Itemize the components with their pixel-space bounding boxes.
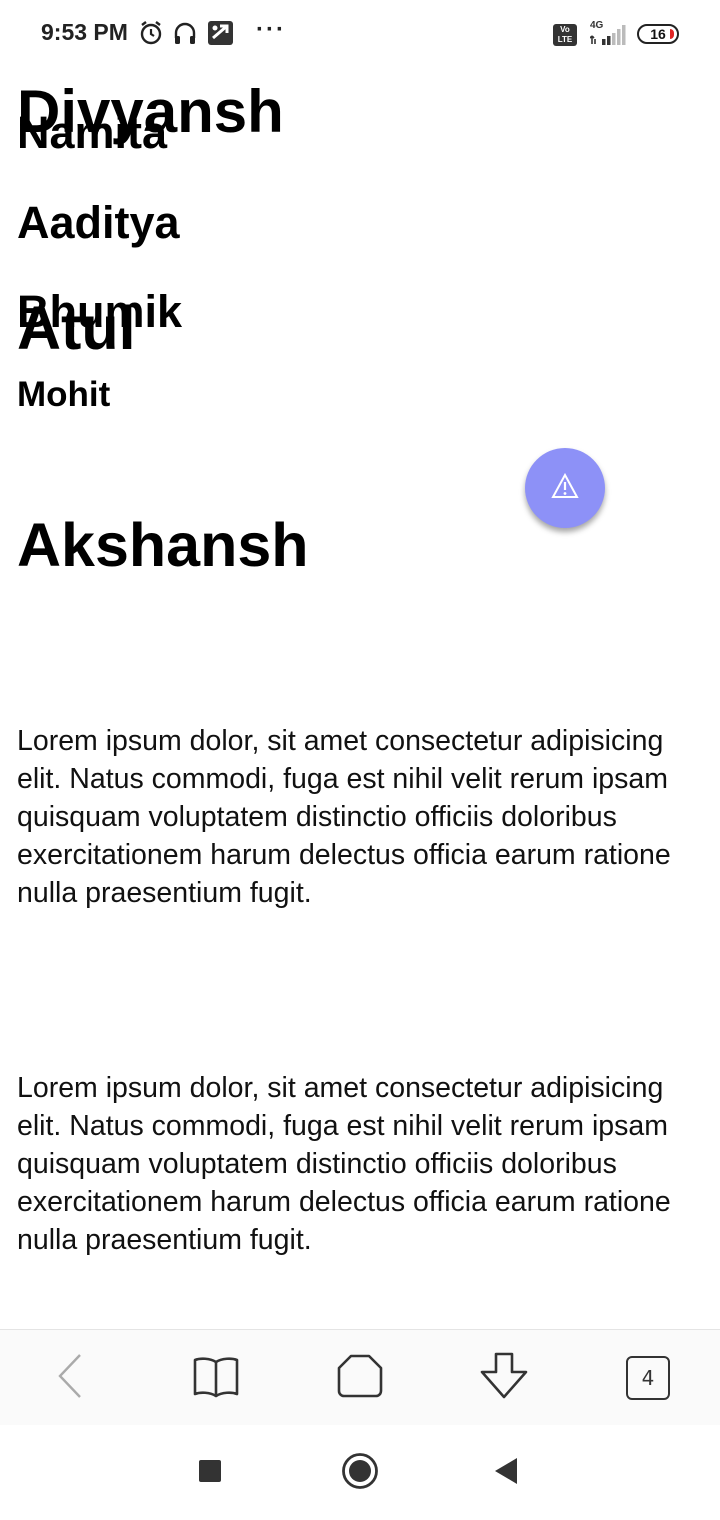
tabs-button[interactable]: 4 (622, 1352, 674, 1404)
signal-strength-icon (589, 24, 628, 51)
tab-count: 4 (641, 1366, 655, 1390)
system-back-button[interactable] (486, 1453, 526, 1493)
heading-divyansh: Divyansh (17, 78, 284, 145)
headphones-icon (173, 20, 197, 51)
warning-icon (551, 472, 579, 504)
battery-low-indicator (670, 29, 674, 39)
browser-home-button[interactable] (334, 1352, 386, 1404)
battery-level: 16 (650, 26, 666, 42)
browser-toolbar: 4 (0, 1329, 720, 1426)
heading-aaditya: Aaditya (17, 196, 180, 248)
heading-mohit: Mohit (17, 375, 111, 415)
floating-action-button[interactable] (525, 448, 605, 528)
download-button[interactable] (478, 1352, 530, 1404)
more-notifications-icon: ··· (256, 16, 286, 43)
paragraph-1: Lorem ipsum dolor, sit amet consectetur … (17, 725, 671, 909)
status-time: 9:53 PM (41, 19, 128, 45)
system-navigation-bar (0, 1425, 720, 1520)
heading-atul: Atul (17, 294, 136, 362)
download-icon (479, 1352, 529, 1405)
browser-back-button[interactable] (45, 1352, 97, 1404)
status-bar: 9:53 PM ··· Vo LTE 4G 16 (0, 0, 720, 70)
alarm-icon (139, 20, 163, 51)
battery-icon: 16 (637, 24, 679, 44)
heading-akshansh: Akshansh (17, 511, 309, 579)
app-notification-icon (207, 20, 234, 51)
back-icon (56, 1353, 86, 1404)
home-icon (337, 1353, 383, 1404)
paragraph-2: Lorem ipsum dolor, sit amet consectetur … (17, 1072, 671, 1256)
tabs-icon: 4 (626, 1356, 670, 1400)
page-content: Divyansh Namita Atul Aaditya Akshansh Bh… (17, 70, 697, 1257)
recents-button[interactable] (190, 1453, 230, 1493)
home-icon (341, 1452, 379, 1495)
volte-icon: Vo LTE (553, 24, 577, 46)
back-icon (493, 1457, 519, 1490)
recents-icon (198, 1459, 222, 1488)
bookmarks-button[interactable] (190, 1352, 242, 1404)
bookmarks-icon (192, 1354, 240, 1403)
system-home-button[interactable] (340, 1452, 380, 1495)
